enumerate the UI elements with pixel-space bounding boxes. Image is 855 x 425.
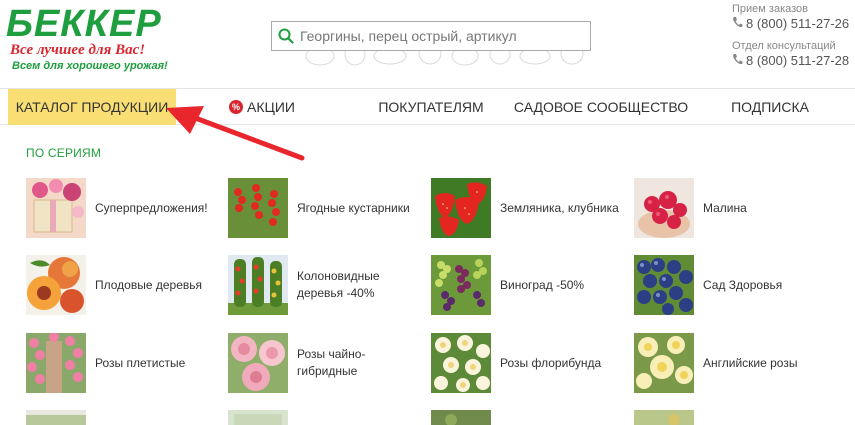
nav-community[interactable]: САДОВОЕ СООБЩЕСТВО	[514, 89, 688, 125]
contact-label: Прием заказов	[732, 3, 808, 15]
pink-rose-image	[228, 333, 288, 393]
category-label: Розы чайно-гибридные	[297, 347, 366, 378]
phone-icon	[732, 16, 743, 32]
category-item-partial[interactable]	[634, 410, 694, 425]
phone-number: 8 (800) 511-27-28	[746, 53, 850, 68]
category-label: Малина	[703, 200, 747, 215]
site-header: БЕККЕР Все лучшее для Вас! Всем для хоро…	[0, 0, 855, 88]
category-item[interactable]: Малина	[634, 178, 823, 238]
phone-icon	[732, 53, 743, 69]
columnar-trees-image	[228, 255, 288, 315]
category-label: Плодовые деревья	[95, 277, 203, 292]
category-item-partial[interactable]	[228, 410, 288, 425]
category-label: Виноград -50%	[500, 277, 585, 292]
category-label: Розы плетистые	[95, 355, 186, 370]
search-input[interactable]	[300, 23, 590, 49]
nav-sale-label: АКЦИИ	[247, 99, 295, 115]
white-rose-image	[431, 333, 491, 393]
category-item[interactable]: Розы флорибунда	[431, 333, 620, 393]
nav-buyers[interactable]: ПОКУПАТЕЛЯМ	[378, 89, 483, 125]
category-item[interactable]: Ягодные кустарники	[228, 178, 417, 238]
nav-catalog[interactable]: КАТАЛОГ ПРОДУКЦИИ	[8, 89, 176, 125]
main-nav: КАТАЛОГ ПРОДУКЦИИ % АКЦИИ ПОКУПАТЕЛЯМ СА…	[0, 88, 855, 125]
yellow-rose-image	[634, 333, 694, 393]
category-label: Суперпредложения!	[95, 200, 208, 215]
category-item[interactable]: Английские розы	[634, 333, 823, 393]
contact-phone[interactable]: 8 (800) 511-27-26	[732, 16, 854, 32]
category-label: Ягодные кустарники	[297, 200, 410, 215]
nav-subscribe[interactable]: ПОДПИСКА	[731, 89, 809, 125]
partial-image	[431, 410, 491, 425]
category-item[interactable]: Колоновидные деревья -40%	[228, 255, 417, 315]
gift-flowers-image	[26, 178, 86, 238]
partial-image	[26, 410, 86, 425]
contact-phone[interactable]: 8 (800) 511-27-28	[732, 53, 854, 69]
category-item[interactable]: Плодовые деревья	[26, 255, 215, 315]
category-item-partial[interactable]	[26, 410, 86, 425]
contacts: Прием заказов 8 (800) 511-27-26 Отдел ко…	[732, 3, 854, 69]
contact-orders: Прием заказов 8 (800) 511-27-26	[732, 3, 854, 32]
grapes-image	[431, 255, 491, 315]
climbing-rose-image	[26, 333, 86, 393]
category-item[interactable]: Земляника, клубника	[431, 178, 620, 238]
partial-image	[228, 410, 288, 425]
category-label: Сад Здоровья	[703, 277, 783, 292]
nav-sale[interactable]: % АКЦИИ	[222, 89, 302, 125]
category-item[interactable]: Суперпредложения!	[26, 178, 215, 238]
sale-badge-icon: %	[229, 100, 243, 114]
section-title: ПО СЕРИЯМ	[26, 146, 102, 160]
category-item[interactable]: Розы плетистые	[26, 333, 215, 393]
category-item-partial[interactable]	[431, 410, 491, 425]
logo-slogan: Все лучшее для Вас!	[10, 42, 146, 58]
category-item[interactable]: Розы чайно-гибридные	[228, 333, 417, 393]
category-label: Колоновидные деревья -40%	[297, 269, 380, 300]
logo-subslogan: Всем для хорошего урожая!	[12, 60, 168, 72]
contact-label: Отдел консультаций	[732, 40, 836, 52]
category-label: Земляника, клубника	[500, 200, 619, 215]
phone-number: 8 (800) 511-27-26	[746, 16, 850, 31]
logo-text: БЕККЕР	[6, 3, 162, 45]
peach-image	[26, 255, 86, 315]
raspberry-image	[634, 178, 694, 238]
partial-image	[634, 410, 694, 425]
category-item[interactable]: Сад Здоровья	[634, 255, 823, 315]
search-box[interactable]	[271, 21, 591, 51]
category-label: Английские розы	[703, 355, 798, 370]
logo[interactable]: БЕККЕР Все лучшее для Вас! Всем для хоро…	[6, 3, 168, 80]
strawberry-image	[431, 178, 491, 238]
red-berries-image	[228, 178, 288, 238]
contact-consult: Отдел консультаций 8 (800) 511-27-28	[732, 40, 854, 69]
blueberry-image	[634, 255, 694, 315]
category-label: Розы флорибунда	[500, 355, 602, 370]
search-icon[interactable]	[272, 22, 300, 50]
category-item[interactable]: Виноград -50%	[431, 255, 620, 315]
